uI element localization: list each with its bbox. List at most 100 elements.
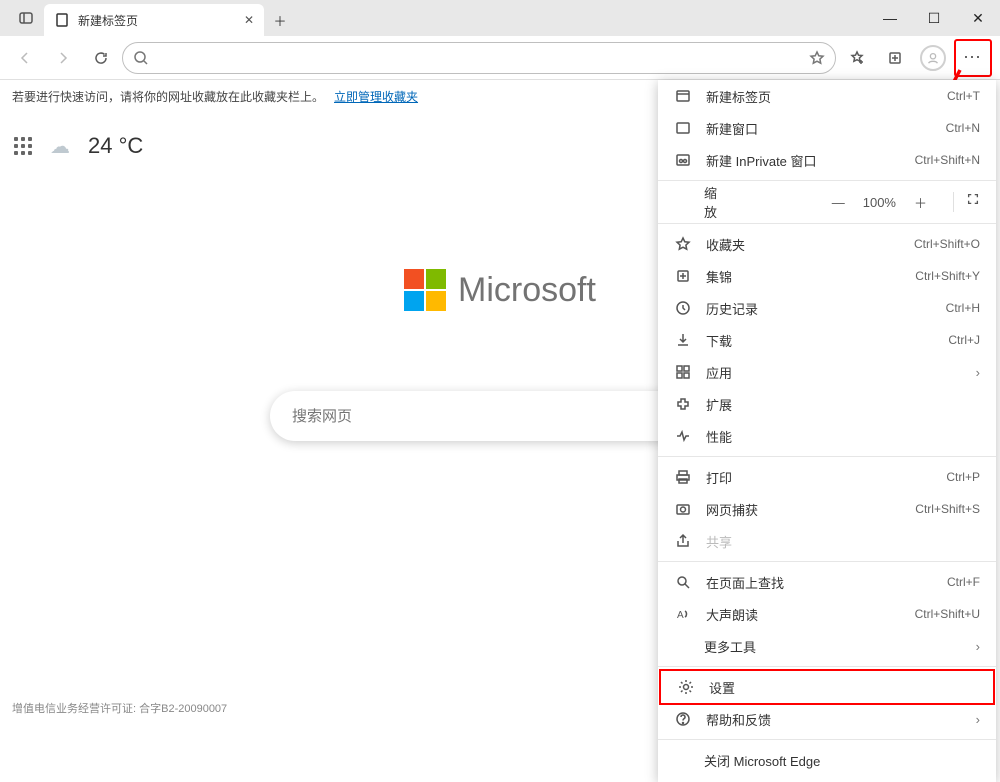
tab-title: 新建标签页 (78, 12, 138, 29)
weather-icon[interactable]: ☁ (50, 134, 70, 159)
menu-history[interactable]: 历史记录 Ctrl+H (658, 292, 996, 324)
maximize-button[interactable]: ☐ (912, 0, 956, 36)
menu-new-window[interactable]: 新建窗口 Ctrl+N (658, 112, 996, 144)
forward-button[interactable] (46, 41, 80, 75)
menu-print[interactable]: 打印 Ctrl+P (658, 461, 996, 493)
more-menu-button[interactable]: ⋯ (956, 41, 990, 75)
menu-downloads[interactable]: 下载 Ctrl+J (658, 324, 996, 356)
temperature: 24 °C (88, 133, 143, 159)
tab-actions-icon (18, 10, 34, 26)
menu-apps[interactable]: 应用 › (658, 356, 996, 388)
print-icon (674, 469, 692, 485)
window-controls: — ☐ ✕ (868, 0, 1000, 36)
menu-settings[interactable]: 设置 (661, 671, 993, 703)
menu-separator (658, 456, 996, 457)
toolbar: ⋯ (0, 36, 1000, 80)
menu-label: 打印 (706, 468, 732, 487)
chevron-right-icon: › (976, 365, 980, 380)
zoom-value: 100% (863, 195, 896, 210)
menu-more-tools[interactable]: 更多工具 › (658, 630, 996, 662)
browser-tab[interactable]: 新建标签页 ✕ (44, 4, 264, 36)
capture-icon (674, 501, 692, 517)
menu-shortcut: Ctrl+H (946, 301, 980, 315)
tab-actions-button[interactable] (8, 0, 44, 36)
favorite-star-icon[interactable] (809, 50, 825, 66)
menu-shortcut: Ctrl+Shift+S (915, 502, 980, 516)
menu-inprivate[interactable]: 新建 InPrivate 窗口 Ctrl+Shift+N (658, 144, 996, 176)
menu-shortcut: Ctrl+N (946, 121, 980, 135)
find-icon (674, 574, 692, 590)
menu-separator (658, 180, 996, 181)
performance-icon (674, 428, 692, 444)
microsoft-logo-text: Microsoft (458, 271, 596, 310)
address-bar[interactable] (122, 42, 836, 74)
menu-label: 历史记录 (706, 299, 758, 318)
chevron-right-icon: › (976, 712, 980, 727)
star-icon (674, 236, 692, 252)
menu-collections[interactable]: 集锦 Ctrl+Shift+Y (658, 260, 996, 292)
menu-label: 新建窗口 (706, 119, 758, 138)
menu-favorites[interactable]: 收藏夹 Ctrl+Shift+O (658, 228, 996, 260)
new-window-icon (674, 120, 692, 136)
download-icon (674, 332, 692, 348)
menu-find[interactable]: 在页面上查找 Ctrl+F (658, 566, 996, 598)
menu-shortcut: Ctrl+Shift+U (915, 607, 980, 621)
star-plus-icon (849, 50, 865, 66)
menu-shortcut: Ctrl+T (947, 89, 980, 103)
menu-label: 共享 (706, 532, 732, 551)
arrow-left-icon (17, 50, 33, 66)
settings-highlight: 设置 (659, 669, 995, 705)
zoom-out-button[interactable]: — (832, 195, 845, 210)
menu-zoom: 缩放 — 100% ＋ (658, 185, 996, 219)
menu-separator (658, 666, 996, 667)
footer-text: 增值电信业务经营许可证: 合字B2-20090007 (12, 700, 227, 716)
menu-label: 收藏夹 (706, 235, 745, 254)
menu-label: 关闭 Microsoft Edge (704, 751, 820, 770)
menu-label: 更多工具 (704, 637, 756, 656)
zoom-in-button[interactable]: ＋ (914, 193, 927, 212)
minimize-button[interactable]: — (868, 0, 912, 36)
web-search-input[interactable] (292, 408, 708, 425)
menu-close-edge[interactable]: 关闭 Microsoft Edge (658, 744, 996, 776)
menu-help[interactable]: 帮助和反馈 › (658, 703, 996, 735)
chevron-right-icon: › (976, 639, 980, 654)
inprivate-icon (674, 152, 692, 168)
menu-label: 扩展 (706, 395, 732, 414)
overflow-menu: 新建标签页 Ctrl+T 新建窗口 Ctrl+N 新建 InPrivate 窗口… (658, 80, 996, 782)
close-window-button[interactable]: ✕ (956, 0, 1000, 36)
more-menu-highlight: ⋯ (954, 39, 992, 77)
favorites-button[interactable] (840, 41, 874, 75)
menu-label: 新建 InPrivate 窗口 (706, 151, 817, 170)
collections-button[interactable] (878, 41, 912, 75)
fullscreen-button[interactable] (953, 192, 980, 212)
close-tab-button[interactable]: ✕ (244, 13, 254, 27)
back-button[interactable] (8, 41, 42, 75)
profile-avatar (920, 45, 946, 71)
menu-new-tab[interactable]: 新建标签页 Ctrl+T (658, 80, 996, 112)
hint-text: 若要进行快速访问，请将你的网址收藏放在此收藏夹栏上。 (12, 88, 324, 105)
menu-label: 设置 (709, 678, 735, 697)
apps-grid-icon[interactable] (14, 137, 32, 155)
new-tab-button[interactable]: ＋ (264, 4, 296, 36)
collections-icon (674, 268, 692, 284)
menu-label: 新建标签页 (706, 87, 771, 106)
menu-separator (658, 561, 996, 562)
menu-label: 集锦 (706, 267, 732, 286)
menu-capture[interactable]: 网页捕获 Ctrl+Shift+S (658, 493, 996, 525)
menu-shortcut: Ctrl+Shift+O (914, 237, 980, 251)
microsoft-logo: Microsoft (404, 269, 596, 311)
refresh-button[interactable] (84, 41, 118, 75)
menu-label: 大声朗读 (706, 605, 758, 624)
microsoft-logo-icon (404, 269, 446, 311)
titlebar: 新建标签页 ✕ ＋ — ☐ ✕ (0, 0, 1000, 36)
menu-read-aloud[interactable]: A 大声朗读 Ctrl+Shift+U (658, 598, 996, 630)
manage-favorites-link[interactable]: 立即管理收藏夹 (334, 88, 418, 105)
profile-button[interactable] (916, 41, 950, 75)
menu-performance[interactable]: 性能 (658, 420, 996, 452)
url-input[interactable] (157, 50, 801, 65)
page-icon (54, 12, 70, 28)
menu-extensions[interactable]: 扩展 (658, 388, 996, 420)
zoom-label: 缩放 (674, 183, 714, 221)
collections-icon (887, 50, 903, 66)
apps-icon (674, 364, 692, 380)
